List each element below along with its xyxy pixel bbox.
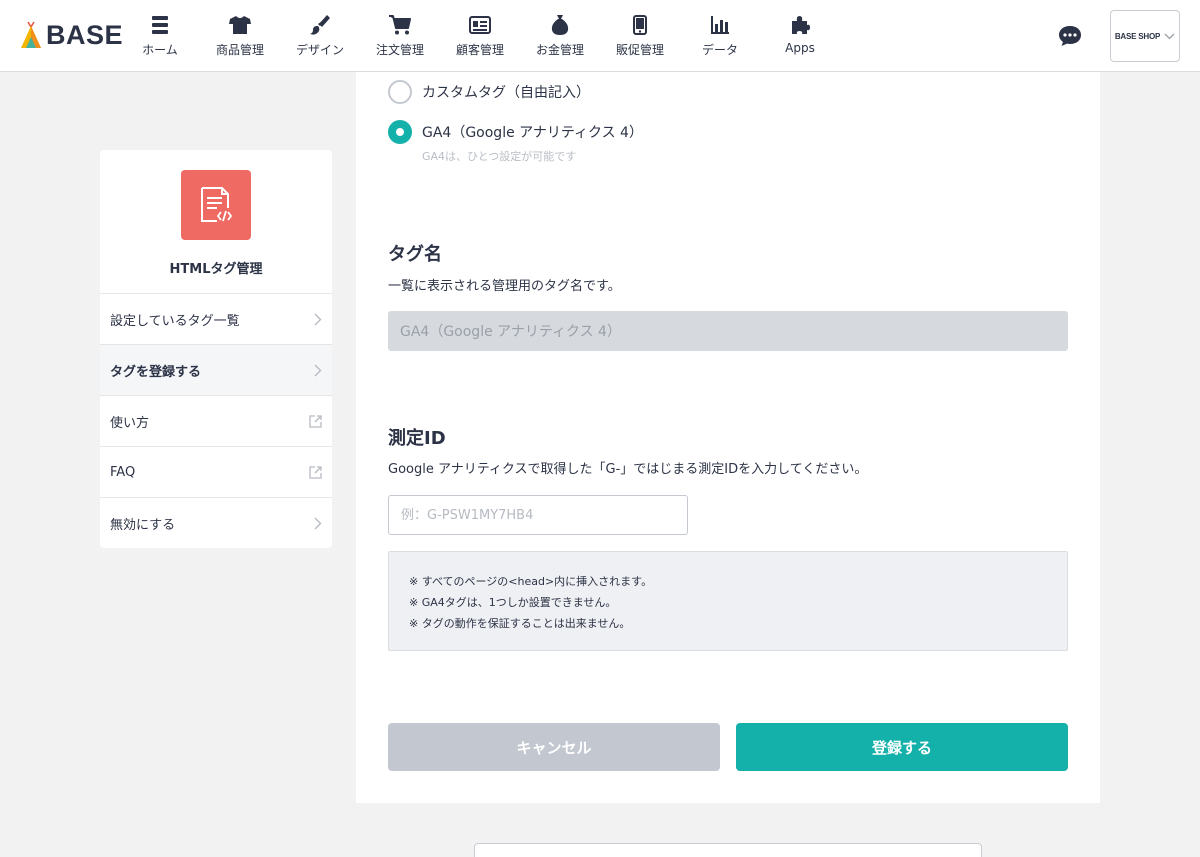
home-icon	[149, 15, 171, 35]
radio-custom-tag[interactable]: カスタムタグ（自由記入）	[388, 80, 590, 104]
tshirt-icon	[229, 15, 251, 35]
bar-chart-icon	[709, 15, 731, 35]
measurement-id-title: 測定ID	[388, 428, 446, 449]
ga4-note: GA4は、ひとつ設定が可能です	[422, 150, 577, 163]
cancel-button[interactable]: キャンセル	[388, 723, 720, 771]
measurement-id-description: Google アナリティクスで取得した「G-」ではじまる測定IDを入力してくださ…	[388, 462, 868, 477]
nav-label: お金管理	[535, 43, 584, 57]
tent-logo-icon	[21, 21, 41, 48]
note-line: ※ GA4タグは、1つしか設置できません。	[409, 596, 617, 609]
radio-button-selected[interactable]	[388, 120, 412, 144]
note-line: ※ すべてのページの<head>内に挿入されます。	[409, 575, 653, 588]
measurement-id-input[interactable]	[388, 495, 688, 535]
nav-data[interactable]: データ	[680, 0, 760, 72]
logo-text: BASE	[46, 19, 124, 50]
sidebar-item-how-to[interactable]: 使い方	[100, 396, 332, 447]
external-link-icon	[309, 414, 322, 428]
shop-switcher[interactable]: BASE SHOP	[1110, 10, 1180, 62]
tag-name-field[interactable]: GA4（Google アナリティクス 4）	[388, 311, 1068, 351]
nav-label: 販促管理	[615, 43, 664, 57]
chat-button[interactable]	[1058, 25, 1082, 47]
nav-label: ホーム	[142, 43, 178, 57]
cart-icon	[389, 15, 411, 35]
tag-name-title: タグ名	[388, 244, 442, 265]
register-button[interactable]: 登録する	[736, 723, 1068, 771]
sidebar-item-label: 設定しているタグ一覧	[110, 313, 240, 329]
radio-button[interactable]	[388, 80, 412, 104]
nav-label: データ	[701, 43, 738, 57]
bottom-select-box[interactable]	[474, 843, 982, 857]
chevron-down-icon	[1164, 33, 1175, 39]
tag-form-panel: カスタムタグ（自由記入） GA4（Google アナリティクス 4） GA4は、…	[356, 72, 1100, 803]
chevron-right-icon	[314, 313, 322, 325]
tag-name-description: 一覧に表示される管理用のタグ名です。	[388, 279, 621, 294]
radio-ga4[interactable]: GA4（Google アナリティクス 4）	[388, 120, 643, 144]
nav-label: 注文管理	[375, 43, 424, 57]
chevron-right-icon	[314, 517, 322, 530]
app-title: HTMLタグ管理	[169, 262, 263, 277]
sidebar-app-header: HTMLタグ管理	[100, 150, 332, 294]
top-header: BASE ホーム 商品管理 デザイン 注文管理 顧客管理 お金管理 販促管理 デ…	[0, 0, 1200, 72]
html-tag-app-icon	[181, 170, 251, 240]
radio-label: GA4（Google アナリティクス 4）	[422, 125, 643, 141]
notes-box: ※ すべてのページの<head>内に挿入されます。 ※ GA4タグは、1つしか設…	[388, 551, 1068, 651]
sidebar-item-label: 無効にする	[110, 518, 176, 533]
nav-customers[interactable]: 顧客管理	[440, 0, 520, 72]
nav-promotion[interactable]: 販促管理	[600, 0, 680, 72]
sidebar-item-label: FAQ	[110, 464, 136, 480]
chevron-right-icon	[314, 364, 322, 376]
money-bag-icon	[549, 15, 571, 35]
id-card-icon	[469, 15, 491, 35]
nav-label: 商品管理	[215, 43, 264, 57]
brush-icon	[309, 15, 331, 35]
radio-label: カスタムタグ（自由記入）	[422, 85, 590, 101]
main-nav: ホーム 商品管理 デザイン 注文管理 顧客管理 お金管理 販促管理 データ Ap…	[120, 0, 840, 72]
puzzle-icon	[789, 15, 811, 35]
nav-label: Apps	[785, 41, 815, 55]
nav-home[interactable]: ホーム	[120, 0, 200, 72]
nav-orders[interactable]: 注文管理	[360, 0, 440, 72]
sidebar-item-faq[interactable]: FAQ	[100, 447, 332, 498]
smartphone-icon	[629, 15, 651, 35]
sidebar-item-register-tag[interactable]: タグを登録する	[100, 345, 332, 396]
note-line: ※ タグの動作を保証することは出来ません。	[409, 617, 631, 630]
nav-products[interactable]: 商品管理	[200, 0, 280, 72]
chat-icon	[1059, 26, 1081, 46]
shop-label: BASE SHOP	[1114, 31, 1161, 41]
base-logo[interactable]: BASE	[20, 20, 123, 50]
nav-money[interactable]: お金管理	[520, 0, 600, 72]
sidebar-item-tag-list[interactable]: 設定しているタグ一覧	[100, 294, 332, 345]
nav-apps[interactable]: Apps	[760, 0, 840, 72]
sidebar-item-label: 使い方	[110, 415, 150, 431]
sidebar-item-disable[interactable]: 無効にする	[100, 498, 332, 549]
sidebar-item-label: タグを登録する	[110, 364, 202, 380]
nav-design[interactable]: デザイン	[280, 0, 360, 72]
nav-label: 顧客管理	[455, 43, 504, 57]
sidebar: HTMLタグ管理 設定しているタグ一覧 タグを登録する 使い方 FAQ 無効にす…	[100, 150, 332, 548]
external-link-icon	[309, 465, 322, 479]
nav-label: デザイン	[295, 43, 344, 57]
